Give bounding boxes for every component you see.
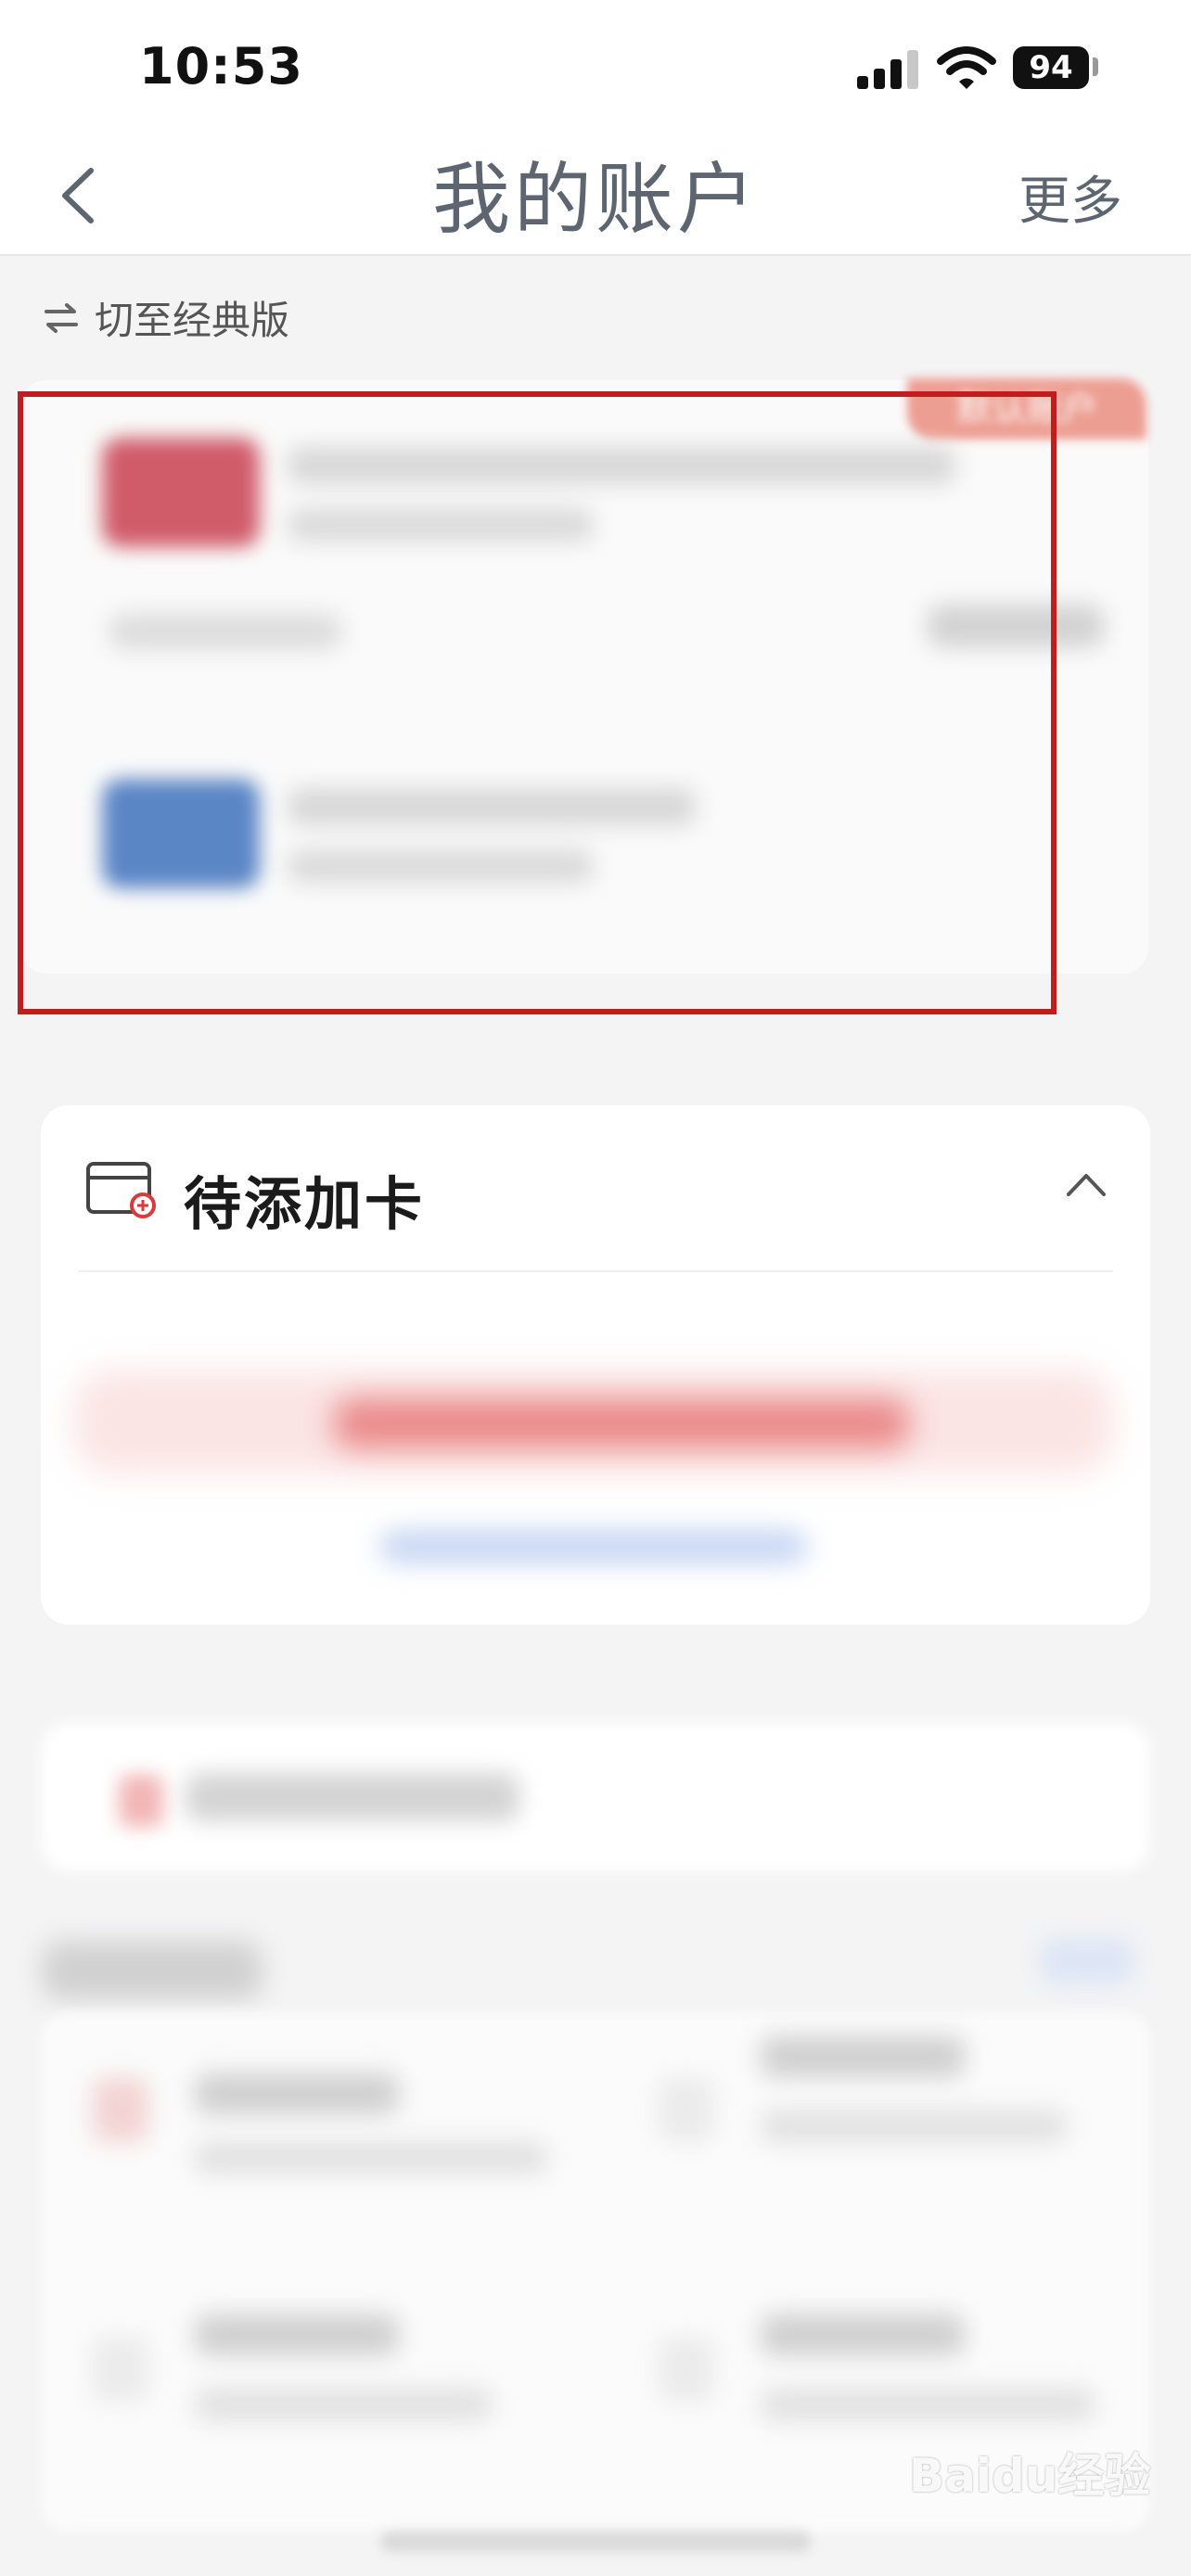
blurred-add-card-label — [334, 1398, 909, 1448]
switch-classic-link[interactable]: 切至经典版 — [43, 289, 289, 346]
add-card-icon — [86, 1162, 156, 1218]
cellular-signal-icon — [857, 50, 918, 89]
wifi-icon — [937, 46, 996, 89]
status-time: 10:53 — [139, 37, 303, 96]
blurred-service-icon — [93, 2077, 148, 2142]
blurred-service-desc — [761, 2389, 1095, 2420]
blurred-service-desc — [761, 2111, 1067, 2142]
pending-divider — [78, 1270, 1113, 1272]
blurred-service-icon — [93, 2337, 148, 2402]
blurred-service-desc — [195, 2389, 492, 2420]
highlight-box — [18, 391, 1057, 1014]
switch-classic-label: 切至经典版 — [95, 298, 290, 343]
blurred-link-text[interactable] — [380, 1530, 807, 1563]
baidu-watermark: Baidu经验 — [909, 2449, 1151, 2503]
blurred-service-title — [195, 2315, 399, 2355]
blurred-service-title — [761, 2315, 965, 2355]
chevron-up-icon[interactable] — [1065, 1170, 1108, 1198]
blurred-service-icon — [659, 2077, 714, 2142]
battery-indicator: 94 — [1013, 46, 1089, 89]
battery-tip — [1093, 57, 1098, 76]
blurred-row-text — [186, 1773, 519, 1821]
page-title: 我的账户 — [431, 154, 759, 245]
blurred-section-title — [43, 1942, 262, 1999]
blurred-service-desc — [195, 2142, 547, 2174]
pending-cards-title: 待添加卡 — [184, 1170, 426, 1238]
blurred-service-title — [761, 2036, 965, 2077]
home-indicator — [380, 2531, 811, 2552]
blurred-row-icon — [119, 1775, 163, 1827]
more-button[interactable]: 更多 — [1018, 159, 1122, 235]
swap-arrows-icon — [45, 302, 78, 333]
blurred-service-icon — [659, 2337, 714, 2402]
blurred-service-title — [195, 2073, 399, 2114]
blurred-section-more[interactable] — [1041, 1938, 1133, 1984]
